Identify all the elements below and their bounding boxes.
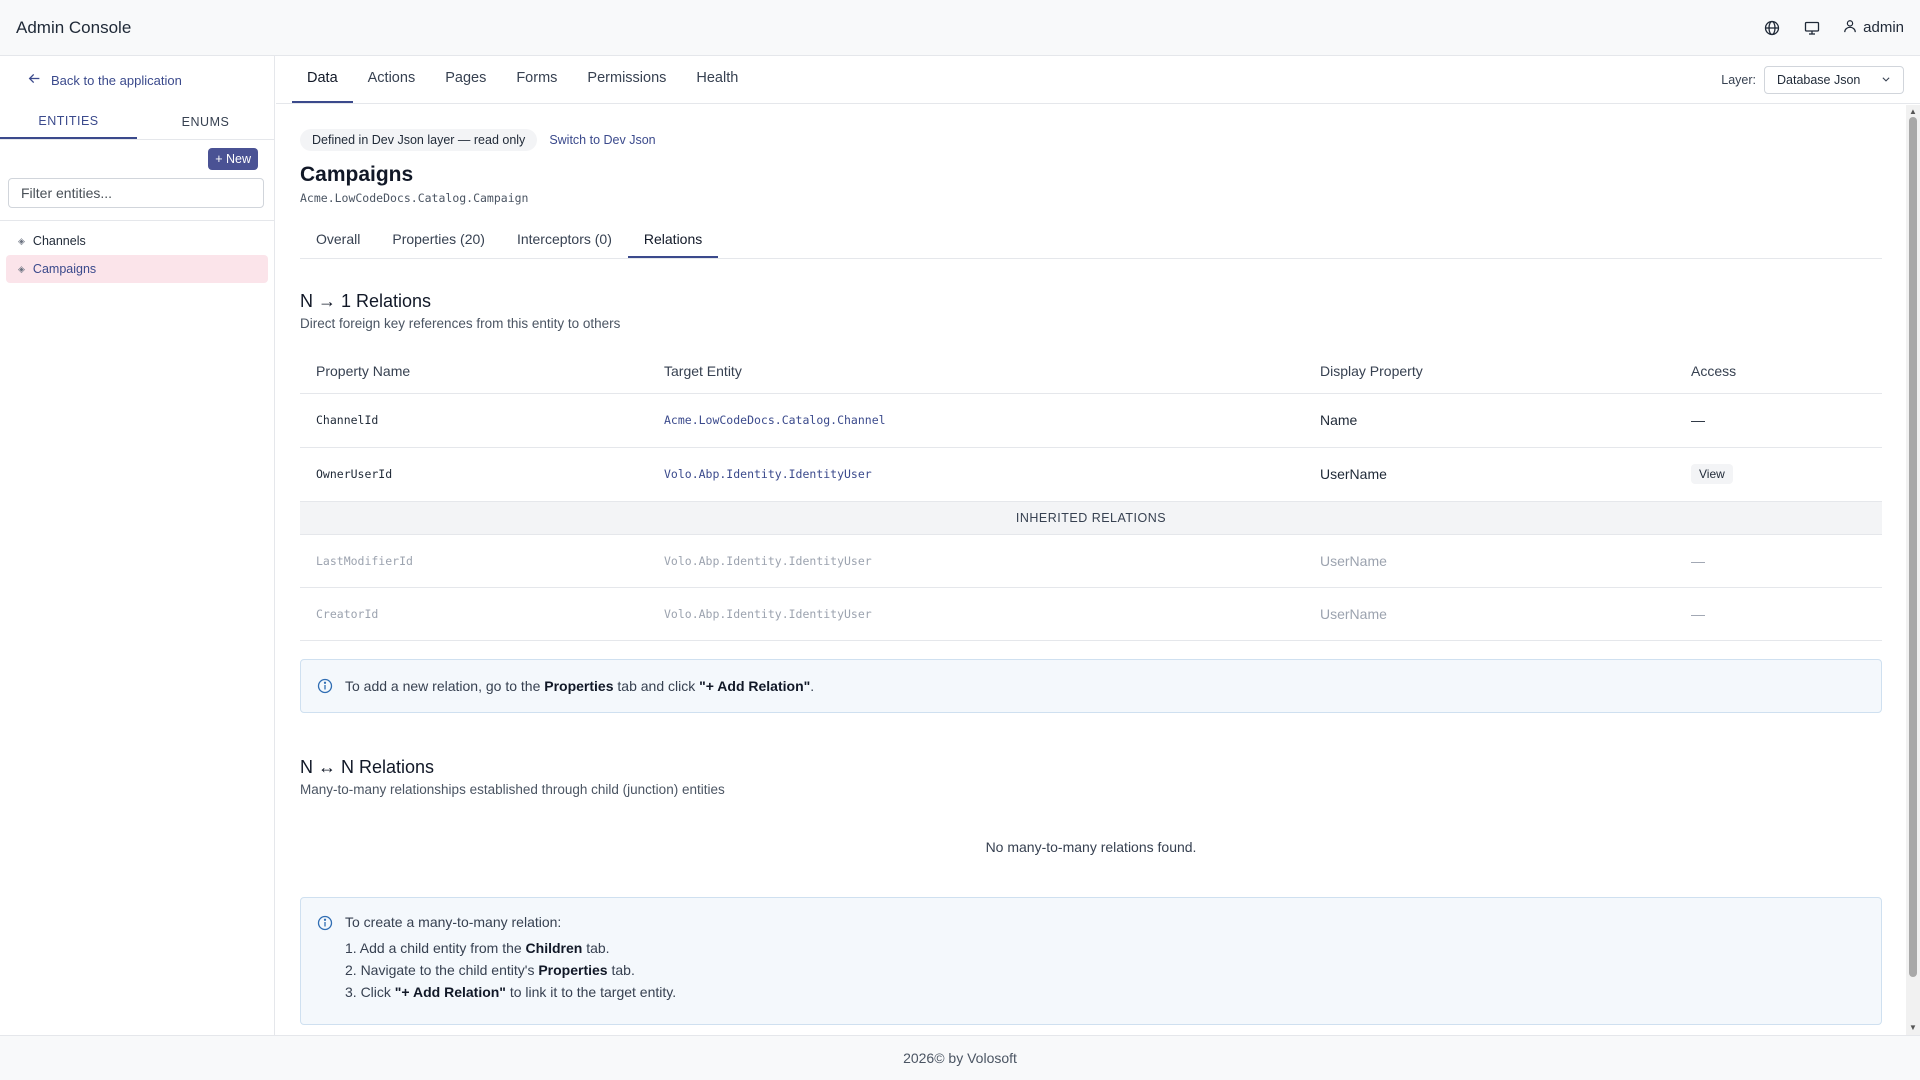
back-to-application-link[interactable]: Back to the application (0, 56, 274, 104)
sidebar: Back to the application ENTITIES ENUMS +… (0, 56, 275, 1036)
inherited-relations-header: INHERITED RELATIONS (300, 501, 1882, 535)
top-bar: Admin Console admin (0, 0, 1920, 56)
user-icon (1843, 19, 1857, 37)
app-title: Admin Console (16, 17, 132, 37)
layer-select[interactable]: Database Json (1764, 65, 1904, 94)
footer-text: 2026© by Volosoft (903, 1050, 1017, 1066)
footer: 2026© by Volosoft (0, 1035, 1920, 1080)
target-entity: Volo.Abp.Identity.IdentityUser (648, 447, 1304, 502)
entity-label: Campaigns (32, 262, 97, 276)
table-row: OwnerUserId Volo.Abp.Identity.IdentityUs… (300, 447, 1882, 502)
nn-info-steps: 1. Add a child entity from the Children … (345, 940, 676, 1000)
n1-section-description: Direct foreign key references from this … (300, 316, 621, 331)
main-nav: Data Actions Pages Forms Permissions Hea… (276, 56, 1920, 104)
property-name: LastModifierId (300, 534, 648, 588)
nn-info-content: To create a many-to-many relation: 1. Ad… (345, 914, 676, 1000)
table-header-row: Property Name Target Entity Display Prop… (300, 349, 1882, 394)
info-icon (317, 678, 333, 694)
scrollbar-thumb[interactable] (1909, 117, 1917, 977)
readonly-badge: Defined in Dev Json layer — read only (300, 129, 538, 151)
tab-data[interactable]: Data (292, 55, 353, 103)
inherited-relations-label: INHERITED RELATIONS (300, 501, 1882, 535)
target-entity: Volo.Abp.Identity.IdentityUser (648, 587, 1304, 641)
nn-info-intro: To create a many-to-many relation: (345, 913, 562, 930)
subtab-relations[interactable]: Relations (627, 221, 719, 258)
main-content: Defined in Dev Json layer — read only Sw… (276, 105, 1906, 1035)
content-scrollbar[interactable]: ▲ ▼ (1906, 105, 1920, 1035)
tab-enums[interactable]: ENUMS (137, 104, 274, 139)
subtab-interceptors[interactable]: Interceptors (0) (501, 221, 628, 258)
user-name: admin (1863, 19, 1904, 36)
globe-icon[interactable] (1763, 19, 1781, 37)
table-row: CreatorId Volo.Abp.Identity.IdentityUser… (300, 587, 1882, 641)
column-header: Access (1675, 349, 1882, 394)
entity-namespace: Acme.LowCodeDocs.Catalog.Campaign (300, 191, 529, 205)
no-nn-relations-message: No many-to-many relations found. (985, 838, 1197, 855)
nn-section-title: N ↔ N Relations (300, 756, 435, 777)
add-relation-info-text: To add a new relation, go to the Propert… (345, 677, 815, 694)
nn-relation-info-box: To create a many-to-many relation: 1. Ad… (300, 896, 1882, 1025)
user-menu[interactable]: admin (1843, 19, 1904, 37)
column-header: Target Entity (648, 349, 1304, 394)
entity-icon: ◈ (18, 235, 25, 246)
tab-health[interactable]: Health (681, 55, 753, 103)
nn-step-1: 1. Add a child entity from the Children … (345, 939, 610, 956)
sidebar-tabs: ENTITIES ENUMS (0, 104, 274, 140)
scroll-up-arrow-icon[interactable]: ▲ (1909, 107, 1917, 116)
switch-to-dev-json-link[interactable]: Switch to Dev Json (549, 133, 655, 147)
entity-list: ◈ Channels ◈ Campaigns (0, 221, 274, 283)
property-name: OwnerUserId (300, 447, 648, 502)
new-entity-button[interactable]: + New (208, 148, 258, 170)
nn-step-3: 3. Click "+ Add Relation" to link it to … (345, 983, 677, 1000)
table-row: LastModifierId Volo.Abp.Identity.Identit… (300, 534, 1882, 588)
property-name: CreatorId (300, 587, 648, 641)
info-icon (317, 915, 333, 931)
access-value: — (1675, 393, 1882, 448)
subtab-overall[interactable]: Overall (300, 221, 376, 258)
entity-icon: ◈ (18, 263, 25, 274)
tab-pages[interactable]: Pages (430, 55, 501, 103)
target-entity: Volo.Abp.Identity.IdentityUser (648, 534, 1304, 588)
chevron-down-icon (1881, 73, 1891, 87)
monitor-icon[interactable] (1803, 19, 1821, 37)
add-relation-info-box: To add a new relation, go to the Propert… (300, 658, 1882, 713)
layer-value: Database Json (1777, 72, 1861, 87)
scroll-down-arrow-icon[interactable]: ▼ (1909, 1023, 1917, 1032)
target-entity: Acme.LowCodeDocs.Catalog.Channel (648, 393, 1304, 448)
entity-subtabs: Overall Properties (20) Interceptors (0)… (300, 221, 1882, 259)
entity-title: Campaigns (300, 163, 414, 186)
tab-entities[interactable]: ENTITIES (0, 104, 137, 139)
filter-entities-input[interactable] (8, 178, 264, 208)
column-header: Property Name (300, 349, 648, 394)
display-property: UserName (1304, 534, 1675, 588)
nn-step-2: 2. Navigate to the child entity's Proper… (345, 961, 635, 978)
display-property: Name (1304, 393, 1675, 448)
access-value: — (1675, 587, 1882, 641)
n1-section-title: N → 1 Relations (300, 291, 432, 311)
table-row: ChannelId Acme.LowCodeDocs.Catalog.Chann… (300, 393, 1882, 448)
subtab-properties[interactable]: Properties (20) (376, 221, 501, 258)
entity-label: Channels (32, 234, 86, 248)
n1-relations-table: Property Name Target Entity Display Prop… (300, 349, 1882, 641)
tab-forms[interactable]: Forms (501, 55, 572, 103)
access-value: — (1675, 534, 1882, 588)
property-name: ChannelId (300, 393, 648, 448)
display-property: UserName (1304, 447, 1675, 502)
nn-section-description: Many-to-many relationships established t… (300, 781, 725, 797)
column-header: Display Property (1304, 349, 1675, 394)
arrow-left-icon (28, 72, 41, 88)
entity-item-campaigns[interactable]: ◈ Campaigns (6, 255, 268, 283)
view-access-button[interactable]: View (1691, 464, 1733, 484)
back-link-label: Back to the application (51, 72, 182, 88)
entity-item-channels[interactable]: ◈ Channels (6, 227, 268, 255)
layer-label: Layer: (1721, 72, 1756, 87)
tab-actions[interactable]: Actions (353, 55, 431, 103)
tab-permissions[interactable]: Permissions (572, 55, 681, 103)
display-property: UserName (1304, 587, 1675, 641)
